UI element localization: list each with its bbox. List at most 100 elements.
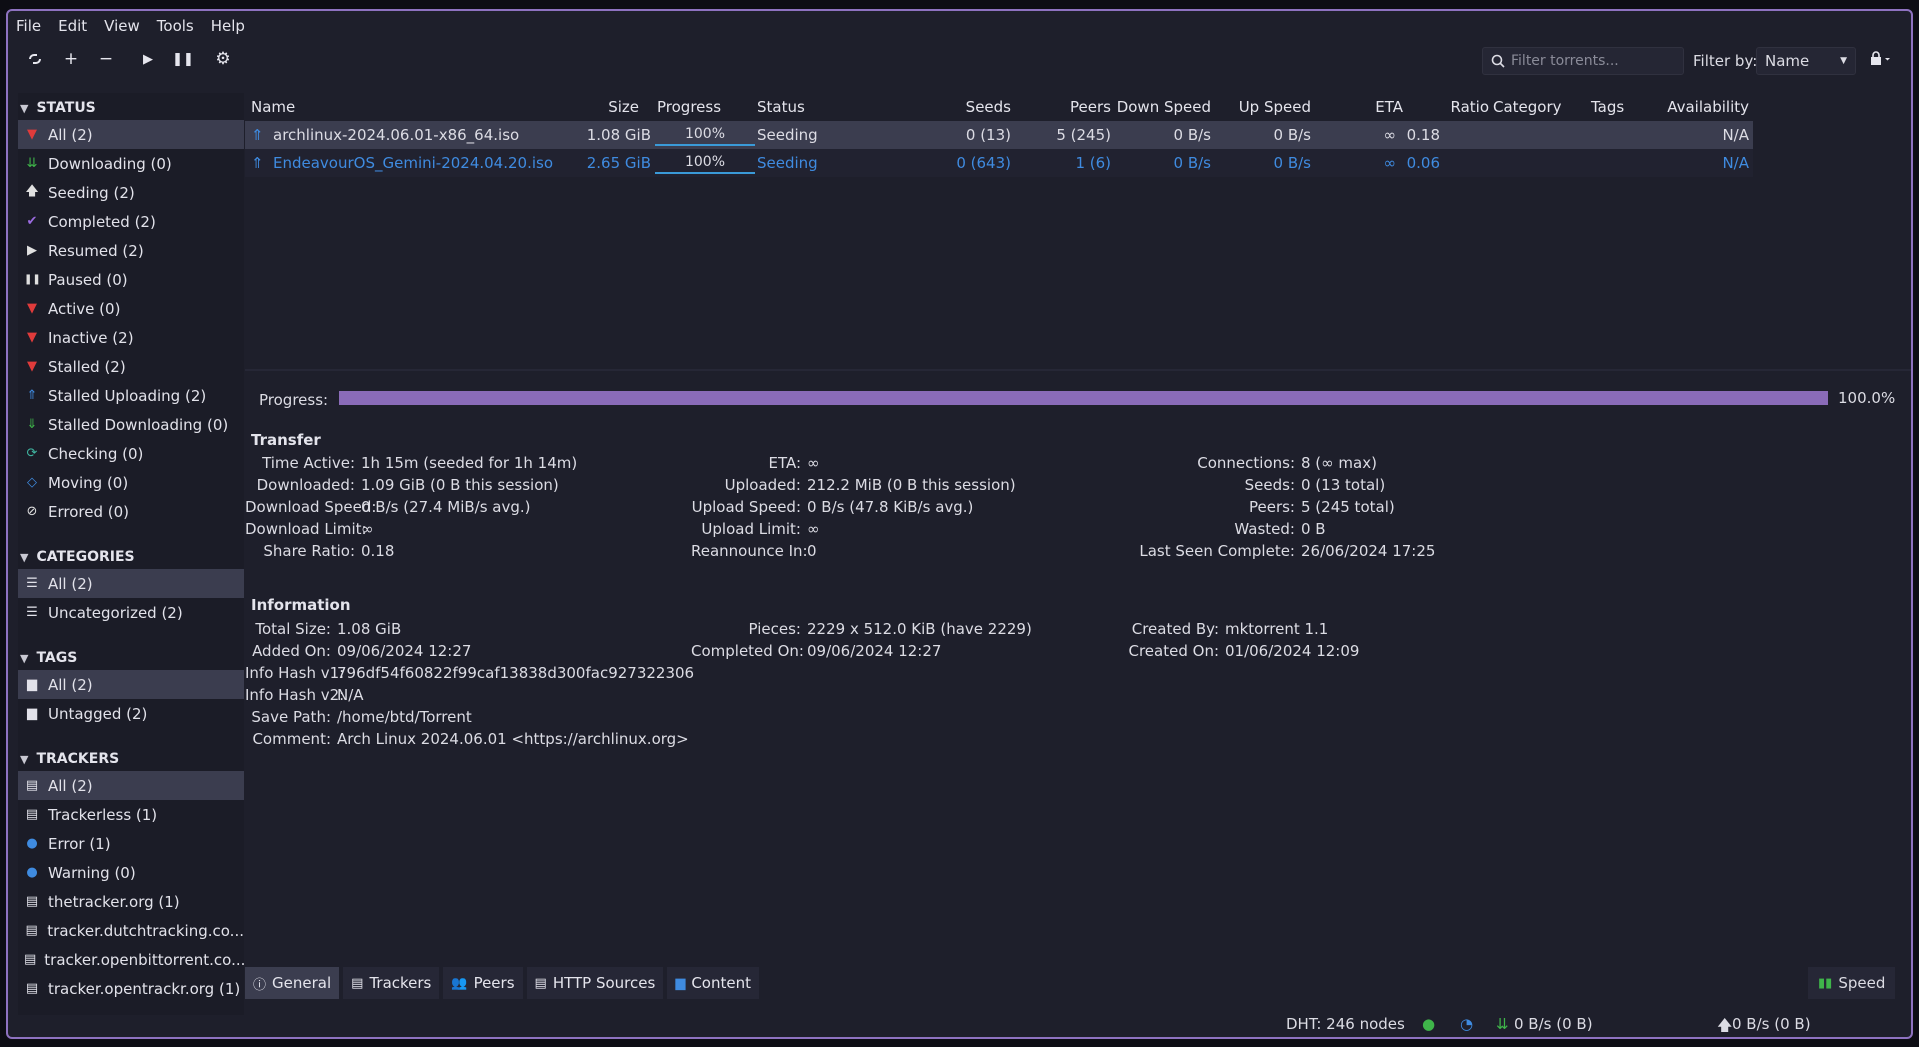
menu-help[interactable]: Help (211, 17, 245, 35)
status-filter-item[interactable]: ⊘ Errored (0) (18, 497, 244, 526)
settings-gear-icon[interactable]: ⚙ (210, 46, 236, 72)
tag-item-all[interactable]: ▆ All (2) (18, 670, 244, 699)
property-value: 0 (13 total) (1301, 476, 1386, 494)
status-filter-item[interactable]: ▼ Inactive (2) (18, 323, 244, 352)
splitter-handle[interactable] (245, 369, 1911, 371)
property-key: Seeds: (1244, 476, 1295, 494)
tracker-item[interactable]: ● Warning (0) (18, 858, 244, 887)
col-header-name[interactable]: Name (251, 93, 295, 121)
status-filter-label: Stalled Downloading (0) (48, 415, 229, 434)
menu-file[interactable]: File (16, 17, 41, 35)
status-filter-item[interactable]: ❚❚ Paused (0) (18, 265, 244, 294)
tracker-item[interactable]: ▤ thetracker.org (1) (18, 887, 244, 916)
property-key: Created On: (1128, 642, 1220, 660)
status-filter-item[interactable]: ⇑ Stalled Uploading (2) (18, 381, 244, 410)
property-value: mktorrent 1.1 (1225, 620, 1329, 638)
tab-content[interactable]: ▆ Content (667, 967, 759, 999)
col-header-ratio[interactable]: Ratio (1385, 93, 1489, 121)
tracker-item[interactable]: ▤ tracker.openbittorrent.co... (18, 945, 244, 974)
play-icon: ▶ (27, 243, 37, 258)
server-icon: ▤ (25, 923, 38, 938)
funnel-icon: ▼ (27, 330, 37, 345)
tracker-item[interactable]: ● Error (1) (18, 829, 244, 858)
property-value: 1.08 GiB (337, 620, 402, 638)
download-speed-icon: ⇊ (1496, 1015, 1509, 1033)
status-filter-item[interactable]: ▼ Stalled (2) (18, 352, 244, 381)
connection-status-icon[interactable]: ● (1422, 1015, 1435, 1033)
col-header-size[interactable]: Size (608, 93, 639, 121)
property-value: 0 B (1301, 520, 1326, 538)
pause-icon[interactable]: ❚❚ (170, 46, 196, 72)
status-filter-item[interactable]: ▼ Active (0) (18, 294, 244, 323)
upload-speed[interactable]: 0 B/s (0 B) (1732, 1015, 1811, 1033)
torrent-ratio: 0.18 (1406, 126, 1440, 144)
status-filter-label: Moving (0) (48, 473, 129, 492)
trackers-section-header[interactable]: ▼ TRACKERS (18, 747, 244, 771)
col-header-status[interactable]: Status (757, 93, 805, 121)
table-row[interactable]: ⇑ archlinux-2024.06.01-x86_64.iso 1.08 G… (245, 121, 1753, 149)
funnel-icon: ▼ (27, 127, 37, 142)
status-filter-label: All (2) (48, 125, 93, 144)
general-properties-panel: Progress: 100.0% Transfer Time Active: 1h… (245, 373, 1911, 963)
tracker-item[interactable]: ▤ tracker.dutchtracking.co... (18, 916, 245, 945)
col-header-category[interactable]: Category (1493, 93, 1562, 121)
tracker-item[interactable]: ▤ All (2) (18, 771, 244, 800)
remove-torrent-icon[interactable]: − (93, 46, 119, 72)
property-row: Save Path: /home/btd/Torrent (245, 708, 471, 726)
tab-speed[interactable]: ▮▮ Speed (1808, 967, 1896, 999)
tag-item-untagged[interactable]: ▆ Untagged (2) (18, 699, 244, 728)
search-icon (1491, 54, 1505, 68)
alt-speed-gauge-icon[interactable]: ◔ (1460, 1015, 1473, 1033)
status-filter-item[interactable]: ▶ Resumed (2) (18, 236, 244, 265)
status-section-header[interactable]: ▼ STATUS (18, 96, 244, 120)
tab-trackers[interactable]: ▤ Trackers (343, 967, 440, 999)
tab-peers[interactable]: 👥 Peers (443, 967, 523, 999)
add-torrent-icon[interactable]: + (58, 46, 84, 72)
status-filter-label: Stalled (2) (48, 357, 126, 376)
col-header-up-speed[interactable]: Up Speed (1157, 93, 1311, 121)
property-value: 1.09 GiB (0 B this session) (361, 476, 559, 494)
tracker-item[interactable]: ▤ tracker.opentrackr.org (1) (18, 974, 244, 1003)
status-filter-item[interactable]: ◇ Moving (0) (18, 468, 244, 497)
categories-section-header[interactable]: ▼ CATEGORIES (18, 545, 244, 569)
property-row: ETA: ∞ (691, 454, 819, 472)
tags-section-header[interactable]: ▼ TAGS (18, 646, 244, 670)
menu-edit[interactable]: Edit (58, 17, 87, 35)
menu-tools[interactable]: Tools (157, 17, 194, 35)
col-header-progress[interactable]: Progress (657, 93, 721, 121)
app-window: File Edit View Tools Help + − ▶ ❚❚ ⚙ Fil… (6, 9, 1913, 1039)
status-filter-item[interactable]: ▼ All (2) (18, 120, 244, 149)
property-key: Connections: (1197, 454, 1295, 472)
filter-by-select[interactable]: Name ▼ (1756, 47, 1856, 75)
status-filter-label: Inactive (2) (48, 328, 134, 347)
tab-http-sources[interactable]: ▤ HTTP Sources (526, 967, 664, 999)
folder-icon: ▆ (27, 706, 37, 721)
search-box[interactable] (1482, 47, 1684, 75)
property-value: 0 B/s (47.8 KiB/s avg.) (807, 498, 974, 516)
col-header-tags[interactable]: Tags (1591, 93, 1624, 121)
tracker-item[interactable]: ▤ Trackerless (1) (18, 800, 244, 829)
table-row[interactable]: ⇑ EndeavourOS_Gemini-2024.04.20.iso 2.65… (245, 149, 1753, 177)
add-link-icon[interactable] (22, 46, 48, 72)
category-item-uncategorized[interactable]: ☰ Uncategorized (2) (18, 598, 244, 627)
move-icon: ◇ (27, 475, 37, 490)
status-filter-item[interactable]: 🡅 Seeding (2) (18, 178, 244, 207)
status-filter-item[interactable]: ⇊ Downloading (0) (18, 149, 244, 178)
property-key: Wasted: (1234, 520, 1295, 538)
torrent-ratio: 0.06 (1406, 154, 1440, 172)
property-value: 0 B/s (27.4 MiB/s avg.) (361, 498, 531, 516)
col-header-seeds[interactable]: Seeds (907, 93, 1011, 121)
tab-general[interactable]: ⓘ General (245, 967, 340, 999)
lock-icon[interactable] (1870, 51, 1890, 69)
torrent-name: EndeavourOS_Gemini-2024.04.20.iso (273, 154, 554, 172)
col-header-availability[interactable]: Availability (1645, 93, 1749, 121)
menu-view[interactable]: View (104, 17, 140, 35)
check-icon: ✔ (26, 214, 38, 229)
category-item-all[interactable]: ☰ All (2) (18, 569, 244, 598)
resume-icon[interactable]: ▶ (135, 46, 161, 72)
search-input[interactable] (1511, 53, 1671, 69)
status-filter-item[interactable]: ✔ Completed (2) (18, 207, 244, 236)
status-filter-item[interactable]: ⇓ Stalled Downloading (0) (18, 410, 244, 439)
download-speed[interactable]: 0 B/s (0 B) (1514, 1015, 1593, 1033)
status-filter-item[interactable]: ⟳ Checking (0) (18, 439, 244, 468)
